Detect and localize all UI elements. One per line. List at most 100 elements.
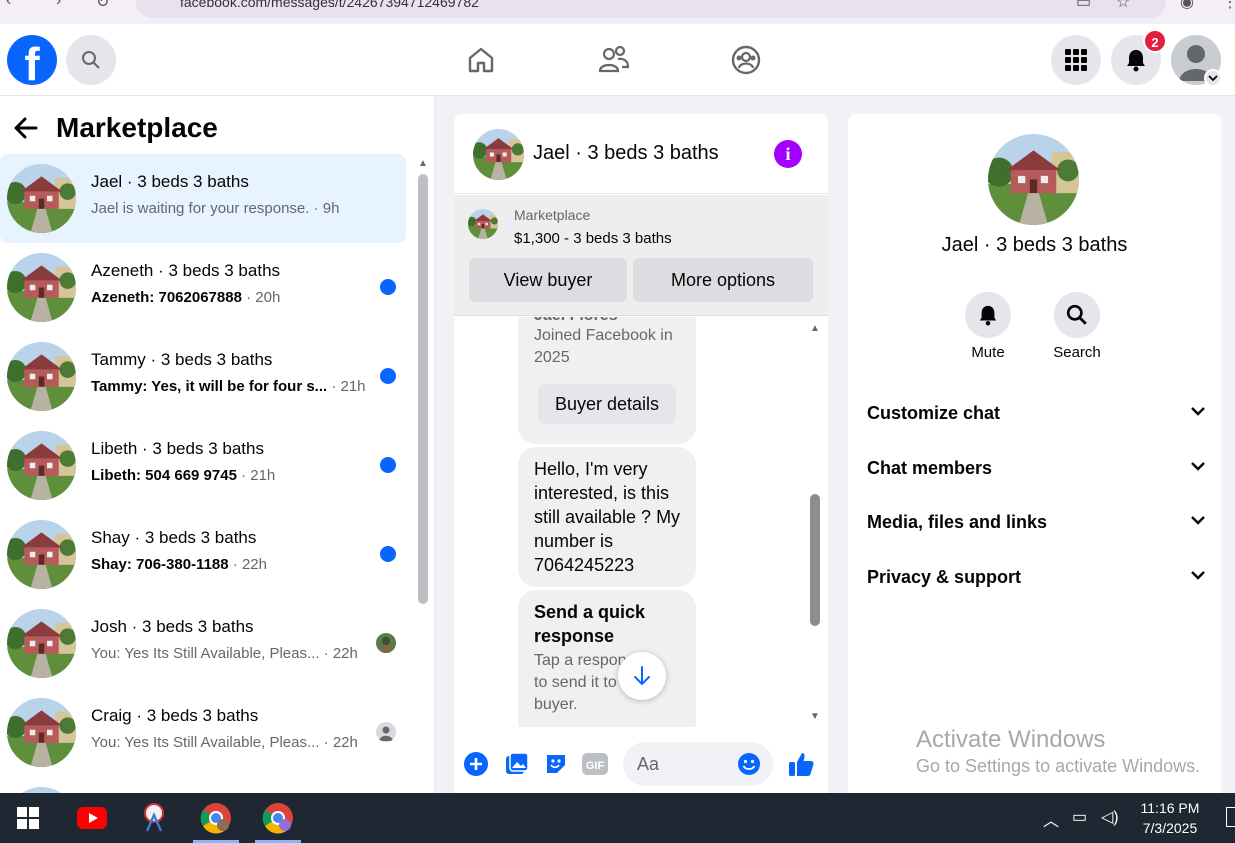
star-icon[interactable]: ☆ [1116,0,1130,12]
search-button[interactable] [66,35,116,85]
menu-button[interactable] [1051,35,1101,85]
preview-text: You: Yes Its Still Available, Pleas... [91,734,320,751]
home-icon[interactable] [465,44,497,76]
windows-taskbar: ︿ ▭ ◁) 11:16 PM 7/3/2025 [0,793,1235,843]
system-clock[interactable]: 11:16 PM 7/3/2025 [1132,798,1208,838]
preview-text: Azeneth: 7062067888 [91,289,242,306]
windows-start-icon[interactable] [3,793,53,843]
preview-time: · 22h [319,645,358,662]
unread-dot [380,368,396,384]
gif-icon[interactable]: GIF [582,751,608,777]
chevron-down-icon[interactable] [1204,69,1222,87]
conversation-name: Shay · 3 beds 3 baths [91,528,257,547]
url-text[interactable]: facebook.com/messages/t/2426739471246978… [180,0,479,10]
facebook-logo[interactable]: f [7,35,57,85]
unread-dot [380,279,396,295]
message-placeholder: Aa [637,754,660,774]
quick-response-card[interactable]: Send a quick response Tap a response to … [518,590,696,727]
chrome-icon[interactable] [191,793,241,843]
photo-icon[interactable] [504,751,530,777]
chevron-down-icon [1191,516,1205,525]
scroll-down-arrow[interactable]: ▼ [810,711,820,722]
listing-card: Marketplace $1,300 - 3 beds 3 baths View… [454,195,828,316]
section-title: Media, files and links [867,512,1048,532]
reload-icon[interactable]: ↻ [96,0,109,12]
chat-members-section[interactable]: Chat members [867,449,1205,489]
preview-time: · 22h [319,734,358,751]
browser-toolbar: ‹ › ↻ facebook.com/messages/t/2426739471… [0,0,1235,24]
conversation-item[interactable]: Shay · 3 beds 3 baths Shay: 706-380-1188… [0,510,406,599]
info-icon[interactable]: i [774,140,802,168]
section-title: Customize chat [867,403,1001,423]
unread-dot [380,546,396,562]
seen-avatar [376,633,396,653]
friends-icon[interactable] [598,44,630,76]
scroll-to-bottom-button[interactable] [618,652,666,700]
cast-icon[interactable]: ▭ [1076,0,1091,12]
mute-action[interactable]: Mute [943,292,1033,361]
list-scrollbar[interactable] [418,174,428,604]
conversation-preview: Tammy: Yes, it will be for four s... · 2… [91,378,366,395]
buyer-details-button[interactable]: Buyer details [538,384,676,424]
network-icon[interactable]: ▭ [1072,807,1087,827]
details-name: Jael · 3 beds 3 baths [941,234,1128,256]
media-files-links-section[interactable]: Media, files and links [867,503,1205,543]
message-input[interactable]: Aa [623,742,773,786]
scroll-up-arrow[interactable]: ▲ [418,158,428,169]
conversation-preview: Azeneth: 7062067888 · 20h [91,289,280,306]
listing-price-title: $1,300 - 3 beds 3 baths [514,230,672,247]
snipping-tool-icon[interactable] [129,793,179,843]
plus-icon[interactable] [463,751,489,777]
preview-time: · 21h [236,467,276,484]
message-bubble: Hello, I'm very interested, is this stil… [518,447,696,587]
scroll-up-arrow[interactable]: ▲ [810,323,820,334]
seen-avatar [376,722,396,742]
conversation-item[interactable]: Craig · 3 beds 3 baths You: Yes Its Stil… [0,688,406,777]
conversation-item[interactable]: Azeneth · 3 beds 3 baths Azeneth: 706206… [0,243,406,332]
back-icon[interactable]: ‹ [6,0,11,10]
forward-icon[interactable]: › [56,0,61,10]
conversation-item[interactable]: Tammy · 3 beds 3 baths Tammy: Yes, it wi… [0,332,406,421]
conversation-item[interactable] [0,777,406,793]
privacy-support-section[interactable]: Privacy & support [867,558,1205,598]
more-options-button[interactable]: More options [633,258,813,302]
conversation-item[interactable]: Jael · 3 beds 3 baths Jael is waiting fo… [0,154,406,243]
back-arrow-icon[interactable] [12,114,40,142]
message-composer: GIF Aa [454,727,828,793]
groups-icon[interactable] [730,44,762,76]
chat-header: Jael · 3 beds 3 baths i [454,114,828,194]
chat-details-panel: Jael · 3 beds 3 baths Mute Search Custom… [848,114,1221,793]
conversation-item[interactable]: Libeth · 3 beds 3 baths Libeth: 504 669 … [0,421,406,510]
quick-response-title: Send a quick response [534,602,646,646]
preview-text: Jael is waiting for your response. [91,200,310,217]
profile-icon[interactable]: ◉ [1180,0,1194,12]
listing-thumbnail [7,431,76,500]
conversation-preview: You: Yes Its Still Available, Pleas... ·… [91,734,358,751]
show-hidden-icons[interactable]: ︿ [1043,807,1059,831]
volume-icon[interactable]: ◁) [1101,807,1119,827]
buyer-profile-card: Jael Flores Joined Facebook in 2025 Buye… [518,317,696,444]
search-icon [82,51,100,69]
chat-scrollbar[interactable] [810,494,820,626]
show-desktop-button[interactable] [1226,807,1235,827]
chrome-profile-icon[interactable] [253,793,303,843]
conversation-preview: Libeth: 504 669 9745 · 21h [91,467,275,484]
conversation-item[interactable]: Josh · 3 beds 3 baths You: Yes Its Still… [0,599,406,688]
marketplace-chat-list: Marketplace Jael · 3 beds 3 baths Jael i… [0,96,435,793]
listing-thumbnail[interactable] [473,129,524,180]
sticker-icon[interactable] [543,751,569,777]
conversation-preview: Jael is waiting for your response. · 9h [91,200,339,217]
menu-icon[interactable]: ⋮ [1222,0,1235,12]
listing-photo [988,134,1079,225]
emoji-icon[interactable] [737,752,761,776]
youtube-icon[interactable] [67,793,117,843]
chat-title[interactable]: Jael · 3 beds 3 baths [533,142,719,165]
chevron-down-icon [1191,462,1205,471]
message-text: Hello, I'm very interested, is this stil… [534,459,681,575]
conversation-preview: You: Yes Its Still Available, Pleas... ·… [91,645,358,662]
view-buyer-button[interactable]: View buyer [469,258,627,302]
customize-chat-section[interactable]: Customize chat [867,394,1205,434]
joined-text: Joined Facebook in 2025 [534,327,673,366]
like-icon[interactable] [786,749,816,779]
search-action[interactable]: Search [1032,292,1122,361]
